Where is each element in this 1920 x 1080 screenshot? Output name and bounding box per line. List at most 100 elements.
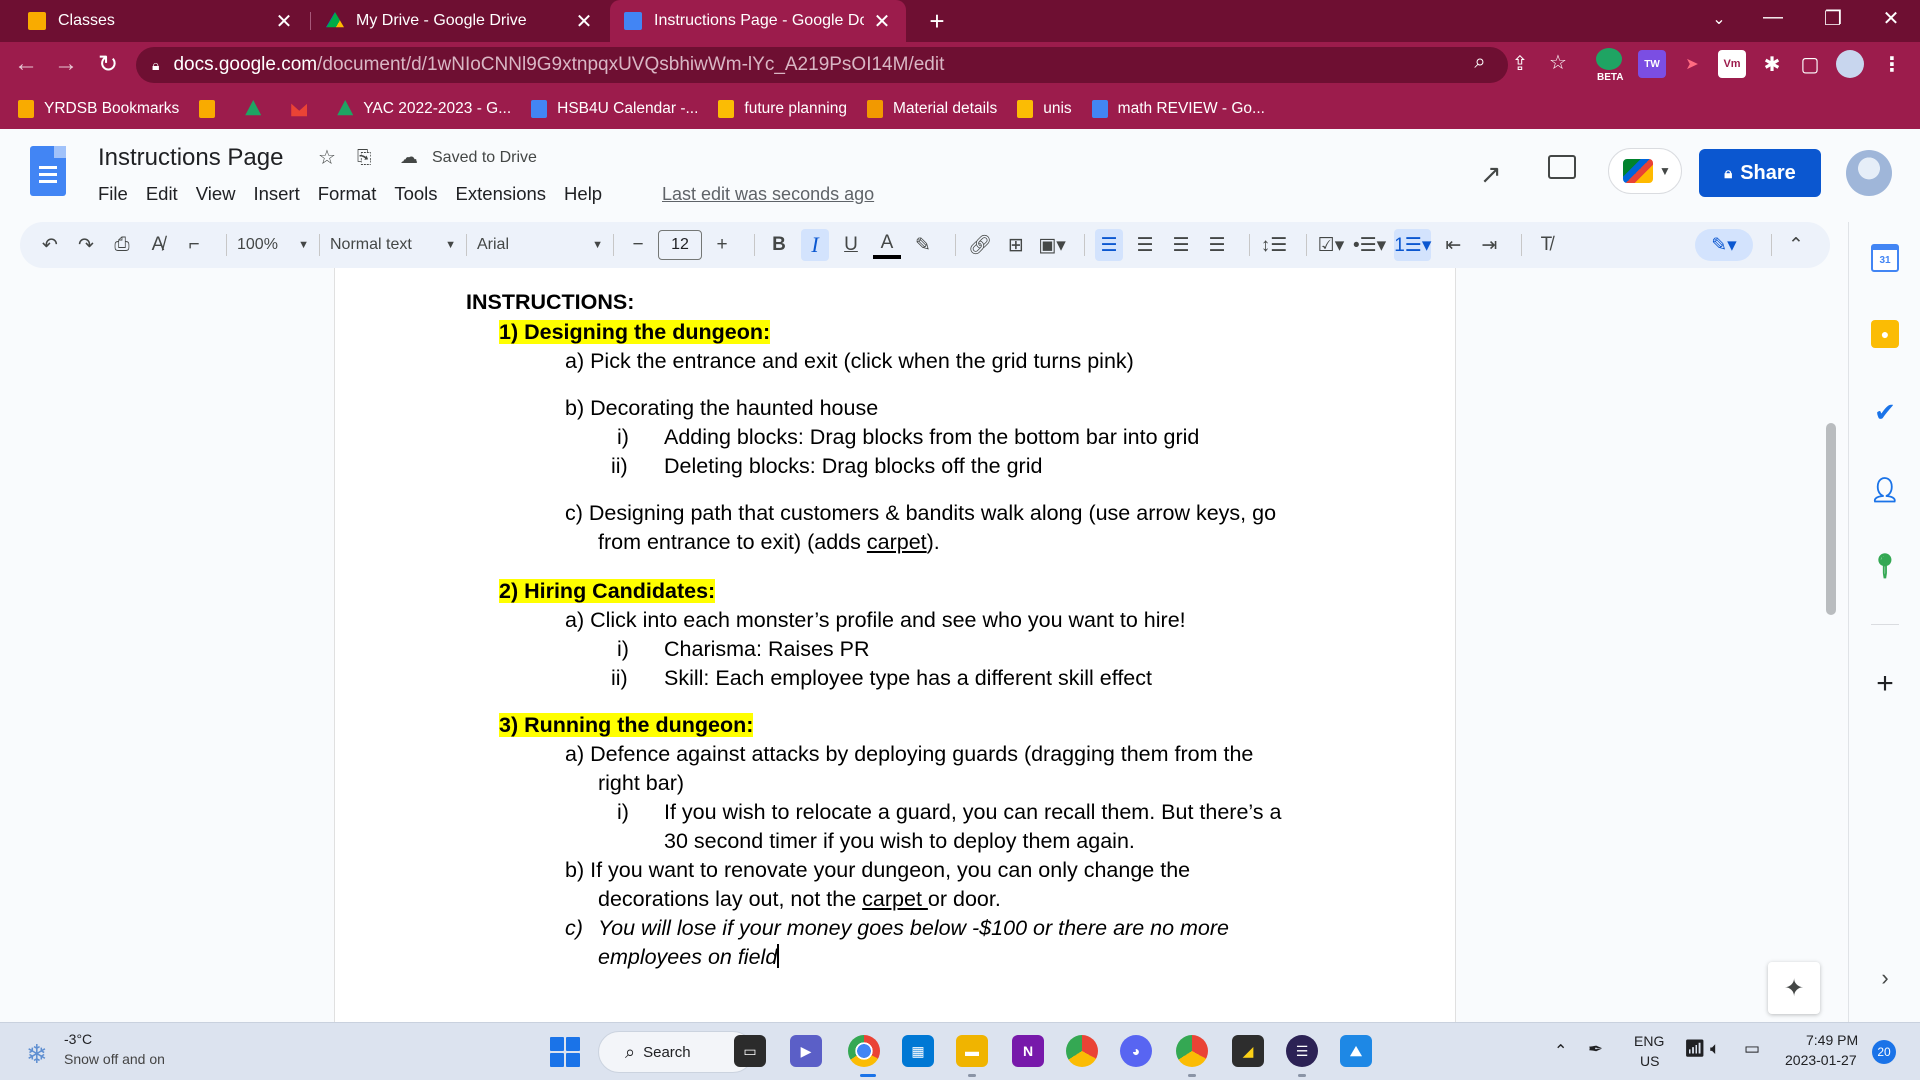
chrome-profile-icon[interactable] bbox=[1066, 1035, 1098, 1067]
vm-extension-icon[interactable]: Vm bbox=[1718, 50, 1746, 78]
eclipse-icon[interactable]: ☰ bbox=[1286, 1035, 1318, 1067]
menu-tools[interactable]: Tools bbox=[394, 183, 437, 205]
align-left-icon[interactable]: ☰ bbox=[1095, 229, 1123, 261]
chrome-icon[interactable] bbox=[848, 1035, 880, 1067]
font-select[interactable]: Arial ▼ bbox=[477, 236, 603, 254]
line-spacing-icon[interactable]: ↕☰ bbox=[1260, 229, 1288, 261]
volume-icon[interactable]: 🔈︎ bbox=[1710, 1039, 1720, 1059]
reload-button[interactable]: ↻ bbox=[92, 50, 124, 79]
bookmark-yac[interactable]: YAC 2022-2023 - G... bbox=[337, 100, 511, 118]
battery-icon[interactable]: ▭ bbox=[1744, 1039, 1760, 1059]
redo-icon[interactable]: ↷ bbox=[72, 229, 100, 261]
calendar-icon[interactable]: 31 bbox=[1871, 244, 1899, 272]
maps-icon[interactable]: 📍︎ bbox=[1870, 552, 1900, 580]
menu-help[interactable]: Help bbox=[564, 183, 602, 205]
numbered-list-icon[interactable]: 1☰▾ bbox=[1394, 229, 1432, 261]
bookmark-hsb4u[interactable]: HSB4U Calendar -... bbox=[531, 100, 698, 118]
side-panel-icon[interactable]: ▢ bbox=[1796, 50, 1824, 78]
bookmark-unis[interactable]: unis bbox=[1017, 100, 1072, 118]
paint-format-icon[interactable]: ⌐ bbox=[180, 229, 208, 261]
close-window-button[interactable]: ✕ bbox=[1876, 6, 1906, 31]
clock-date[interactable]: 2023-01-27 bbox=[1785, 1052, 1857, 1068]
teams-chat-icon[interactable]: ▶ bbox=[790, 1035, 822, 1067]
taskbar-search[interactable]: ⌕ Search bbox=[598, 1031, 754, 1073]
scrollbar[interactable] bbox=[1824, 268, 1838, 1022]
highlight-color-icon[interactable]: ✎ bbox=[909, 229, 937, 261]
task-view-icon[interactable]: ▭ bbox=[734, 1035, 766, 1067]
bulleted-list-icon[interactable]: •☰▾ bbox=[1353, 229, 1386, 261]
menu-view[interactable]: View bbox=[196, 183, 236, 205]
move-folder-icon[interactable]: ⎘ bbox=[357, 147, 371, 168]
restore-button[interactable]: ❐ bbox=[1818, 6, 1848, 31]
arrow-extension-icon[interactable]: ➤ bbox=[1678, 50, 1706, 78]
extensions-puzzle-icon[interactable]: ✱ bbox=[1758, 50, 1786, 78]
editing-mode-button[interactable]: ✎▾ bbox=[1695, 229, 1753, 261]
chevron-up-icon[interactable]: ⌃ bbox=[1554, 1041, 1567, 1061]
tasks-icon[interactable]: ✔ bbox=[1871, 397, 1899, 427]
chevron-right-icon[interactable]: › bbox=[1871, 964, 1899, 992]
justify-icon[interactable]: ☰ bbox=[1203, 229, 1231, 261]
decrease-indent-icon[interactable]: ⇤ bbox=[1439, 229, 1467, 261]
clock-time[interactable]: 7:49 PM bbox=[1806, 1032, 1858, 1048]
document-page[interactable]: INSTRUCTIONS: 1) Designing the dungeon: … bbox=[334, 268, 1456, 1022]
bookmark-drive[interactable] bbox=[245, 100, 271, 118]
decrease-font-size-button[interactable]: − bbox=[624, 229, 652, 261]
insert-image-icon[interactable]: ▣▾ bbox=[1038, 229, 1066, 261]
align-center-icon[interactable]: ☰ bbox=[1131, 229, 1159, 261]
scrollbar-thumb[interactable] bbox=[1826, 423, 1836, 615]
discord-icon[interactable]: ◕ bbox=[1120, 1035, 1152, 1067]
bookmark-math-review[interactable]: math REVIEW - Go... bbox=[1091, 100, 1265, 118]
meet-button[interactable]: ▼ bbox=[1608, 148, 1682, 194]
align-right-icon[interactable]: ☰ bbox=[1167, 229, 1195, 261]
new-tab-button[interactable]: + bbox=[922, 6, 952, 37]
menu-edit[interactable]: Edit bbox=[146, 183, 178, 205]
weather-description[interactable]: Snow off and on bbox=[64, 1051, 165, 1067]
activity-dashboard-icon[interactable]: ↗ bbox=[1480, 159, 1502, 190]
beta-extension-icon[interactable] bbox=[1596, 48, 1622, 70]
close-icon[interactable]: ✕ bbox=[872, 9, 892, 34]
zoom-icon[interactable]: ⌕ bbox=[1466, 51, 1494, 74]
notifications-badge[interactable]: 20 bbox=[1872, 1040, 1896, 1064]
increase-font-size-button[interactable]: + bbox=[708, 229, 736, 261]
region-indicator[interactable]: US bbox=[1640, 1053, 1659, 1069]
clear-formatting-icon[interactable]: T̸ bbox=[1532, 229, 1560, 261]
bookmark-classroom[interactable] bbox=[199, 100, 225, 118]
menu-file[interactable]: File bbox=[98, 183, 128, 205]
menu-format[interactable]: Format bbox=[318, 183, 377, 205]
bold-button[interactable]: B bbox=[765, 229, 793, 261]
wifi-icon[interactable]: 📶︎ bbox=[1684, 1039, 1706, 1059]
zoom-select[interactable]: 100% ▼ bbox=[237, 236, 309, 254]
address-bar[interactable]: 🔒︎ docs.google.com/document/d/1wNIoCNNl9… bbox=[136, 47, 1567, 83]
checklist-icon[interactable]: ☑▾ bbox=[1317, 229, 1345, 261]
keep-icon[interactable]: ● bbox=[1871, 320, 1899, 348]
forward-button[interactable]: → bbox=[50, 50, 82, 78]
bookmark-gmail[interactable] bbox=[291, 100, 317, 118]
bookmark-future-planning[interactable]: future planning bbox=[718, 100, 847, 118]
share-button[interactable]: 🔒︎ Share bbox=[1699, 149, 1821, 197]
italic-button[interactable]: I bbox=[801, 229, 829, 261]
close-icon[interactable]: ✕ bbox=[574, 9, 594, 34]
chrome-profile-icon[interactable] bbox=[1176, 1035, 1208, 1067]
contacts-icon[interactable]: 👤︎ bbox=[1870, 476, 1900, 504]
bookmark-material-details[interactable]: Material details bbox=[866, 100, 997, 118]
pen-icon[interactable]: ✒ bbox=[1588, 1039, 1603, 1060]
docs-logo-icon[interactable] bbox=[30, 146, 66, 196]
underline-button[interactable]: U bbox=[837, 229, 865, 261]
tab-search-chevron-icon[interactable]: ⌄ bbox=[1704, 9, 1734, 29]
last-edit-link[interactable]: Last edit was seconds ago bbox=[662, 184, 874, 205]
comments-icon[interactable] bbox=[1548, 155, 1576, 179]
bookmark-yrdsb[interactable]: YRDSB Bookmarks bbox=[18, 100, 179, 118]
file-explorer-icon[interactable]: ▬ bbox=[956, 1035, 988, 1067]
chevron-up-icon[interactable]: ⌃ bbox=[1782, 229, 1810, 261]
star-icon[interactable]: ☆ bbox=[318, 145, 336, 170]
minimize-button[interactable]: — bbox=[1758, 6, 1788, 29]
spellcheck-icon[interactable]: A̸ bbox=[144, 229, 172, 261]
text-color-button[interactable]: A bbox=[873, 231, 901, 259]
close-icon[interactable]: ✕ bbox=[274, 9, 294, 34]
increase-indent-icon[interactable]: ⇥ bbox=[1475, 229, 1503, 261]
explore-sparkle-icon[interactable]: ✦ bbox=[1768, 962, 1820, 1014]
start-button[interactable] bbox=[550, 1037, 580, 1067]
weather-temperature[interactable]: -3°C bbox=[64, 1031, 92, 1047]
language-indicator[interactable]: ENG bbox=[1634, 1033, 1664, 1049]
microsoft-store-icon[interactable]: ▦ bbox=[902, 1035, 934, 1067]
